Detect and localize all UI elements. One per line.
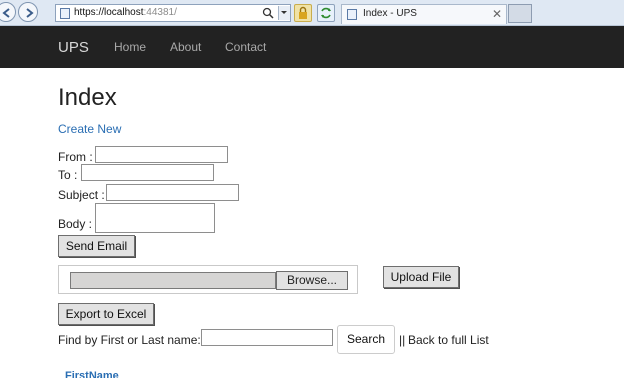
url-host: https://localhost: [74, 7, 144, 18]
search-button[interactable]: Search: [337, 325, 395, 354]
upload-file-button[interactable]: Upload File: [383, 266, 459, 288]
separator: ||: [399, 333, 406, 347]
file-upload-control: Browse...: [58, 265, 358, 294]
body-label: Body :: [58, 217, 93, 231]
browser-chrome: https://localhost:44381/ Index - UPS ✕: [0, 0, 624, 26]
nav-home-link[interactable]: Home: [114, 40, 146, 54]
arrow-right-icon: [26, 8, 34, 18]
back-button[interactable]: [0, 2, 16, 22]
new-tab-button[interactable]: [508, 4, 532, 23]
nav-about-link[interactable]: About: [170, 40, 201, 54]
brand-link[interactable]: UPS: [58, 39, 89, 56]
refresh-icon[interactable]: [317, 4, 335, 22]
subject-field[interactable]: [106, 184, 239, 201]
url-port: :44381/: [143, 7, 177, 18]
page-icon: [60, 8, 70, 19]
close-icon[interactable]: ✕: [492, 7, 502, 21]
address-url[interactable]: https://localhost:44381/: [74, 7, 177, 18]
back-to-full-list-link[interactable]: Back to full List: [408, 333, 489, 347]
create-new-link[interactable]: Create New: [58, 122, 121, 136]
body-field[interactable]: [95, 203, 215, 233]
search-input[interactable]: [201, 329, 333, 346]
chevron-down-icon: [281, 11, 287, 14]
to-label: To :: [58, 168, 78, 182]
tab-title: Index - UPS: [363, 8, 417, 19]
from-field[interactable]: [95, 146, 228, 163]
navbar: UPS Home About Contact: [0, 26, 624, 68]
address-dropdown[interactable]: [278, 6, 290, 20]
page-icon: [347, 9, 357, 20]
to-field[interactable]: [81, 164, 214, 181]
subject-label: Subject :: [58, 188, 105, 202]
search-icon[interactable]: [262, 7, 274, 19]
browse-button[interactable]: Browse...: [276, 271, 348, 290]
nav-contact-link[interactable]: Contact: [225, 40, 266, 54]
search-label: Find by First or Last name:: [58, 333, 201, 347]
from-label: From :: [58, 150, 93, 164]
export-to-excel-button[interactable]: Export to Excel: [58, 303, 154, 325]
file-path-field[interactable]: [70, 272, 276, 289]
arrow-left-icon: [2, 8, 10, 18]
forward-button[interactable]: [18, 2, 38, 22]
lock-icon[interactable]: [294, 4, 312, 22]
table-header-firstname[interactable]: FirstName: [65, 370, 119, 378]
page-title: Index: [58, 84, 117, 111]
browser-tab[interactable]: Index - UPS ✕: [341, 4, 507, 24]
send-email-button[interactable]: Send Email: [58, 235, 135, 257]
address-bar[interactable]: https://localhost:44381/: [55, 4, 291, 22]
